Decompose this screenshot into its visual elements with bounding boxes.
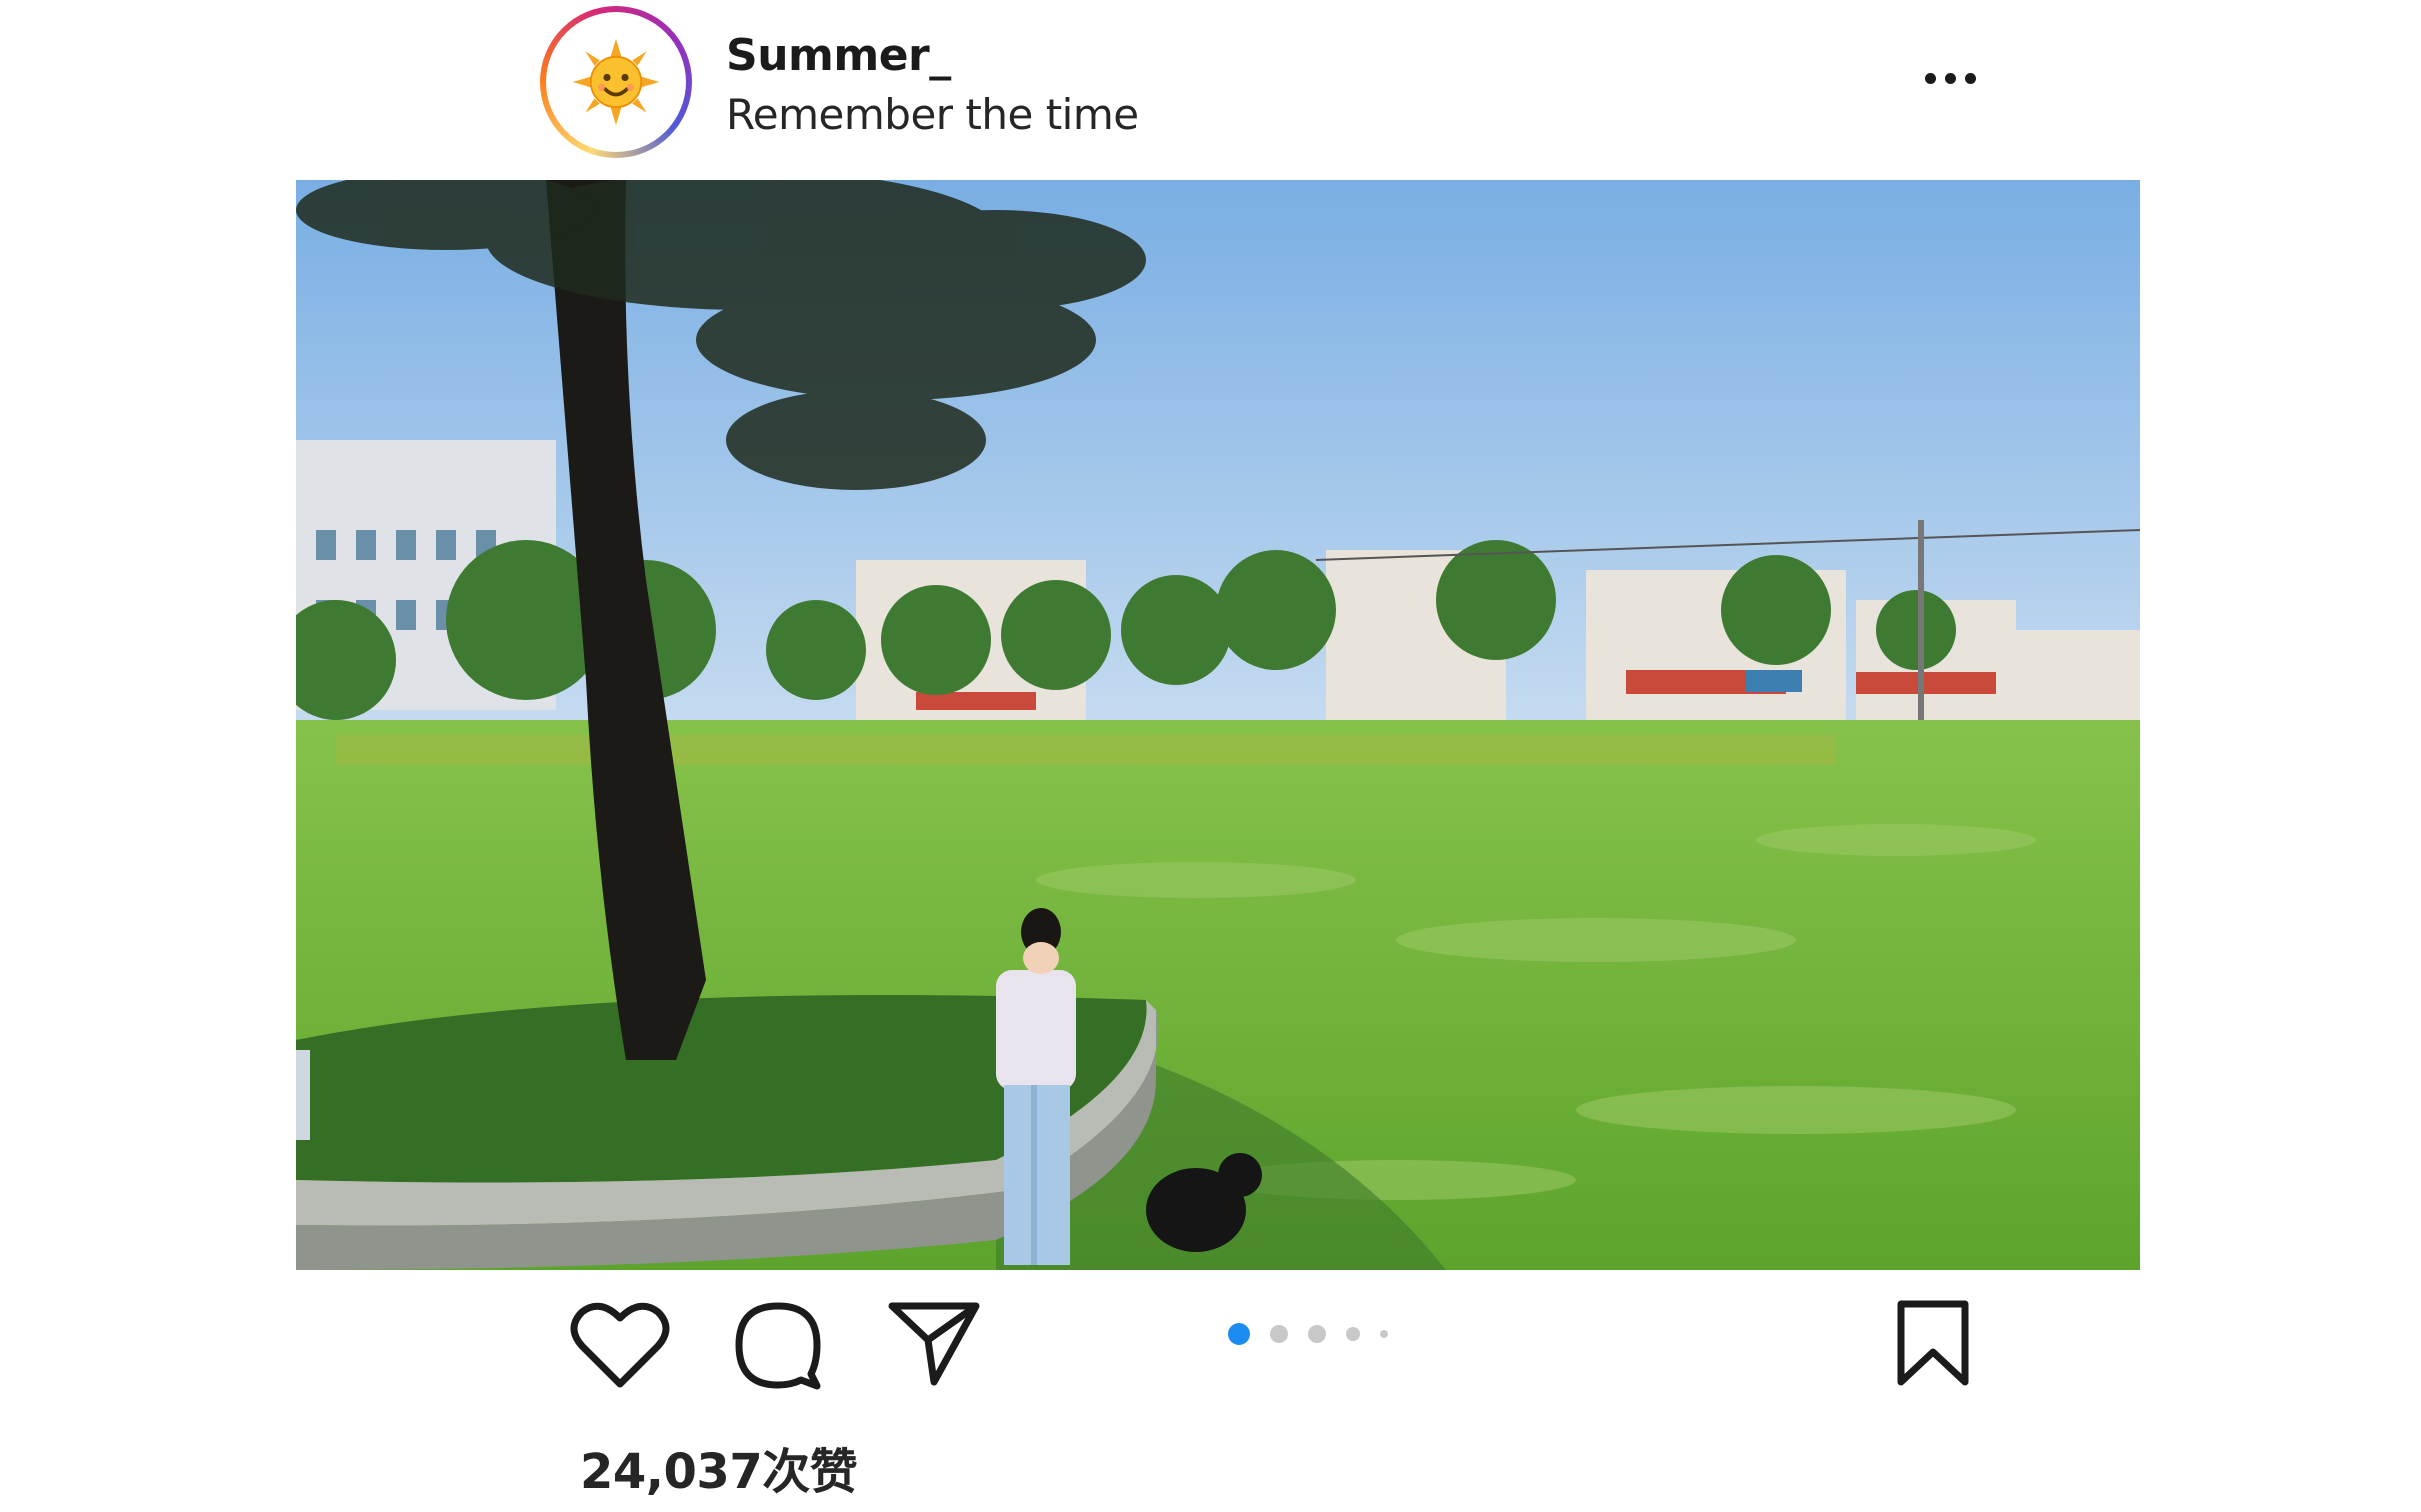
like-count[interactable]: 24,037次赞 [580, 1432, 858, 1502]
more-horizontal-icon [1924, 72, 1936, 84]
carousel-indicator [1228, 1322, 1388, 1346]
carousel-dot [1346, 1327, 1360, 1341]
share-button[interactable] [888, 1300, 980, 1386]
post-photo[interactable] [296, 180, 2140, 1270]
username[interactable]: Summer_ [726, 30, 951, 81]
comment-button[interactable] [733, 1300, 823, 1390]
bookmark-icon [1897, 1300, 1969, 1386]
sun-emoji-icon [572, 38, 660, 126]
carousel-dot [1308, 1325, 1326, 1343]
instagram-post: Summer_ Remember the time 24,037次赞 [0, 0, 2421, 1512]
carousel-dot [1228, 1323, 1250, 1345]
park-scene-image [296, 180, 2140, 1270]
avatar[interactable] [540, 6, 692, 158]
avatar-inner [546, 12, 686, 152]
comment-icon [735, 1302, 821, 1390]
like-button[interactable] [570, 1300, 670, 1390]
carousel-dot [1380, 1330, 1388, 1338]
heart-icon [570, 1302, 670, 1388]
more-options-button[interactable] [1910, 58, 1990, 98]
share-icon [888, 1302, 980, 1386]
carousel-dot [1270, 1325, 1288, 1343]
save-button[interactable] [1895, 1300, 1971, 1388]
post-subtitle: Remember the time [726, 90, 1139, 139]
